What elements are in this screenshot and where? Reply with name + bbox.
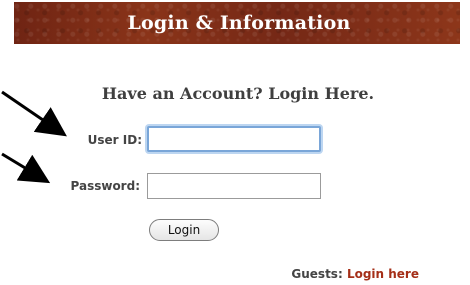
header-title: Login & Information <box>127 12 351 34</box>
password-input[interactable] <box>147 173 321 199</box>
login-heading: Have an Account? Login Here. <box>101 84 375 103</box>
login-information-header: Login & Information <box>14 2 460 44</box>
login-button[interactable]: Login <box>149 219 219 241</box>
guests-label: Guests: <box>291 267 343 281</box>
password-label: Password: <box>70 179 141 193</box>
user-id-label: User ID: <box>87 133 142 147</box>
guest-login-link[interactable]: Login here <box>347 267 419 281</box>
arrow-icon <box>1 152 51 184</box>
arrow-icon <box>1 90 67 137</box>
user-id-input[interactable] <box>147 126 321 152</box>
guest-login-line: Guests: Login here <box>291 267 419 281</box>
